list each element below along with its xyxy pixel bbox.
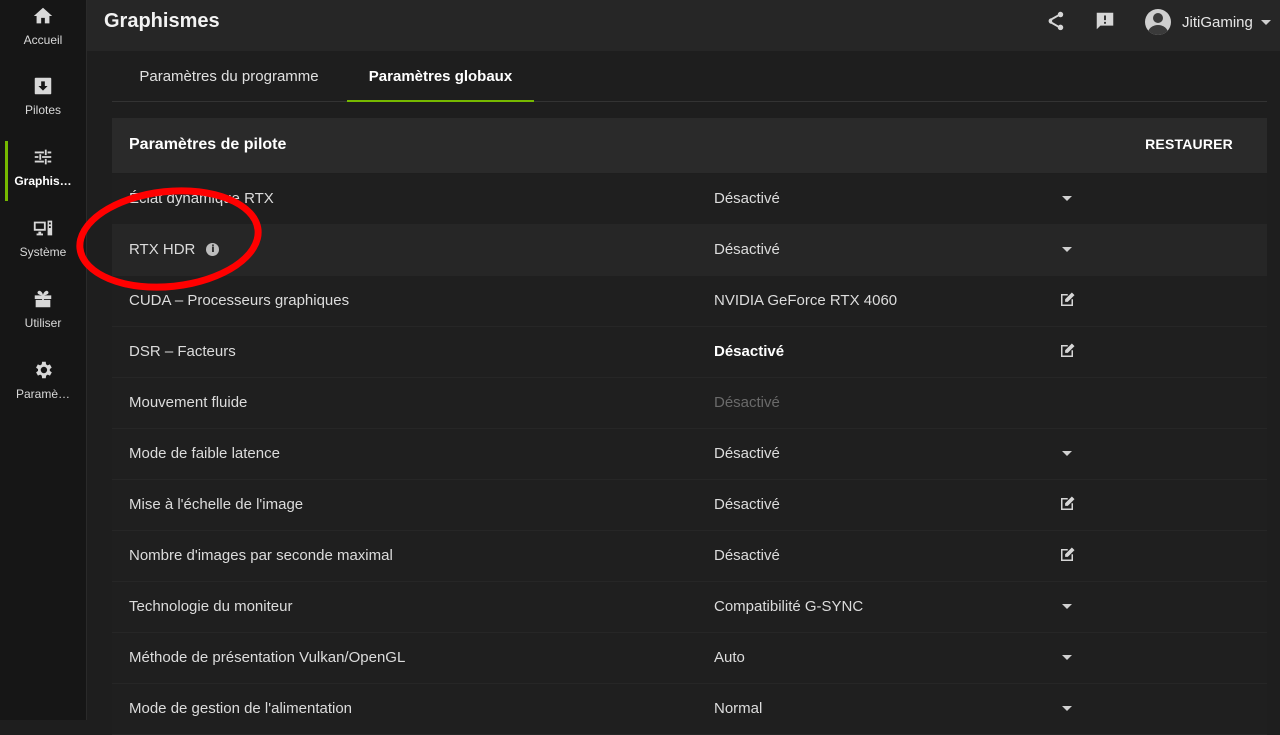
setting-name-label: Méthode de présentation Vulkan/OpenGL — [129, 649, 406, 666]
gift-icon — [31, 287, 55, 311]
avatar — [1145, 9, 1171, 35]
nav-label: Paramè… — [15, 387, 71, 401]
user-menu[interactable]: JitiGaming — [1145, 9, 1271, 35]
setting-row: Éclat dynamique RTX Désactivé — [112, 174, 1267, 225]
setting-name: Méthode de présentation Vulkan/OpenGL — [129, 649, 405, 666]
setting-row: Nombre d'images par seconde maximal Désac… — [112, 531, 1267, 582]
sliders-icon — [31, 145, 55, 169]
nav-item-pilotes[interactable]: Pilotes — [0, 74, 86, 136]
nav-item-utiliser[interactable]: Utiliser — [0, 287, 86, 349]
setting-name: RTX HDR i — [129, 241, 220, 258]
feedback-icon[interactable] — [1094, 10, 1118, 34]
setting-name-label: Mise à l'échelle de l'image — [129, 496, 304, 513]
panel-title: Paramètres de pilote — [129, 136, 287, 153]
chevron-down-icon[interactable] — [1062, 655, 1072, 660]
tab-bar: Paramètres du programme Paramètres globa… — [112, 52, 1267, 102]
restore-button[interactable]: RESTAURER — [1145, 136, 1233, 152]
nav-label: Utiliser — [24, 316, 62, 330]
setting-row: Mode de faible latence Désactivé — [112, 429, 1267, 480]
username: JitiGaming — [1182, 13, 1253, 31]
setting-value[interactable]: Désactivé — [714, 241, 780, 258]
download-icon — [31, 74, 55, 98]
setting-row: RTX HDR i Désactivé — [112, 225, 1267, 276]
gear-icon — [31, 358, 55, 382]
setting-name-label: DSR – Facteurs — [129, 343, 236, 360]
chevron-down-icon[interactable] — [1062, 451, 1072, 456]
setting-row: Mode de gestion de l'alimentation Normal — [112, 684, 1267, 735]
page-title: Graphismes — [104, 10, 220, 32]
setting-value[interactable]: Compatibilité G-SYNC — [714, 598, 863, 615]
setting-value[interactable]: Désactivé — [714, 190, 780, 207]
setting-value[interactable]: Désactivé — [714, 496, 780, 513]
share-icon[interactable] — [1044, 10, 1068, 34]
setting-name: Éclat dynamique RTX — [129, 190, 274, 207]
setting-name: Mode de gestion de l'alimentation — [129, 700, 352, 717]
setting-name: Technologie du moniteur — [129, 598, 292, 615]
setting-name: Mode de faible latence — [129, 445, 280, 462]
setting-value[interactable]: Désactivé — [714, 343, 784, 360]
setting-name-label: RTX HDR — [129, 241, 196, 258]
nav-label: Système — [19, 245, 67, 259]
driver-settings-panel: Paramètres de pilote RESTAURER Éclat dyn… — [112, 118, 1267, 735]
nav-item-accueil[interactable]: Accueil — [0, 4, 86, 66]
panel-header: Paramètres de pilote RESTAURER — [112, 118, 1267, 174]
setting-row: CUDA – Processeurs graphiques NVIDIA GeFo… — [112, 276, 1267, 327]
setting-name-label: Mode de faible latence — [129, 445, 280, 462]
setting-name-label: Mouvement fluide — [129, 394, 248, 411]
nav-item-parametres[interactable]: Paramè… — [0, 358, 86, 420]
setting-value[interactable]: Auto — [714, 649, 745, 666]
tab-parametres-globaux[interactable]: Paramètres globaux — [347, 52, 534, 102]
chevron-down-icon[interactable] — [1062, 247, 1072, 252]
setting-name: DSR – Facteurs — [129, 343, 236, 360]
chevron-down-icon[interactable] — [1062, 196, 1072, 201]
setting-name-label: Nombre d'images par seconde maximal — [129, 547, 393, 564]
setting-name: Mouvement fluide — [129, 394, 247, 411]
monitor-icon — [31, 216, 55, 240]
setting-row: Mouvement fluide Désactivé — [112, 378, 1267, 429]
nav-label: Graphis… — [14, 174, 72, 188]
nav-item-systeme[interactable]: Système — [0, 216, 86, 278]
nav-label: Pilotes — [24, 103, 62, 117]
left-nav: Accueil Pilotes Graphis… Système Utilise… — [0, 0, 87, 720]
setting-value[interactable]: NVIDIA GeForce RTX 4060 — [714, 292, 897, 309]
setting-row: DSR – Facteurs Désactivé — [112, 327, 1267, 378]
setting-name: CUDA – Processeurs graphiques — [129, 292, 349, 309]
edit-icon[interactable] — [1058, 546, 1076, 564]
chevron-down-icon[interactable] — [1062, 706, 1072, 711]
tab-parametres-programme[interactable]: Paramètres du programme — [112, 52, 346, 101]
setting-name: Nombre d'images par seconde maximal — [129, 547, 393, 564]
setting-name: Mise à l'échelle de l'image — [129, 496, 303, 513]
edit-icon[interactable] — [1058, 342, 1076, 360]
setting-name-label: CUDA – Processeurs graphiques — [129, 292, 350, 309]
top-header: Graphismes JitiGaming — [87, 0, 1280, 51]
setting-row: Technologie du moniteur Compatibilité G-S… — [112, 582, 1267, 633]
setting-value[interactable]: Désactivé — [714, 445, 780, 462]
home-icon — [31, 4, 55, 28]
setting-row: Mise à l'échelle de l'image Désactivé — [112, 480, 1267, 531]
chevron-down-icon — [1260, 19, 1271, 25]
setting-value: Désactivé — [714, 394, 780, 411]
setting-value[interactable]: Désactivé — [714, 547, 780, 564]
edit-icon[interactable] — [1058, 291, 1076, 309]
setting-name-label: Éclat dynamique RTX — [129, 190, 274, 207]
settings-list: Éclat dynamique RTX Désactivé RTX HDR i Désa… — [112, 174, 1267, 735]
chevron-down-icon[interactable] — [1062, 604, 1072, 609]
nav-label: Accueil — [23, 33, 63, 47]
setting-name-label: Mode de gestion de l'alimentation — [129, 700, 353, 717]
setting-row: Méthode de présentation Vulkan/OpenGL Aut… — [112, 633, 1267, 684]
nav-item-graphismes[interactable]: Graphis… — [0, 141, 86, 207]
edit-icon[interactable] — [1058, 495, 1076, 513]
info-icon[interactable]: i — [206, 243, 220, 256]
setting-value[interactable]: Normal — [714, 700, 762, 717]
setting-name-label: Technologie du moniteur — [129, 598, 293, 615]
